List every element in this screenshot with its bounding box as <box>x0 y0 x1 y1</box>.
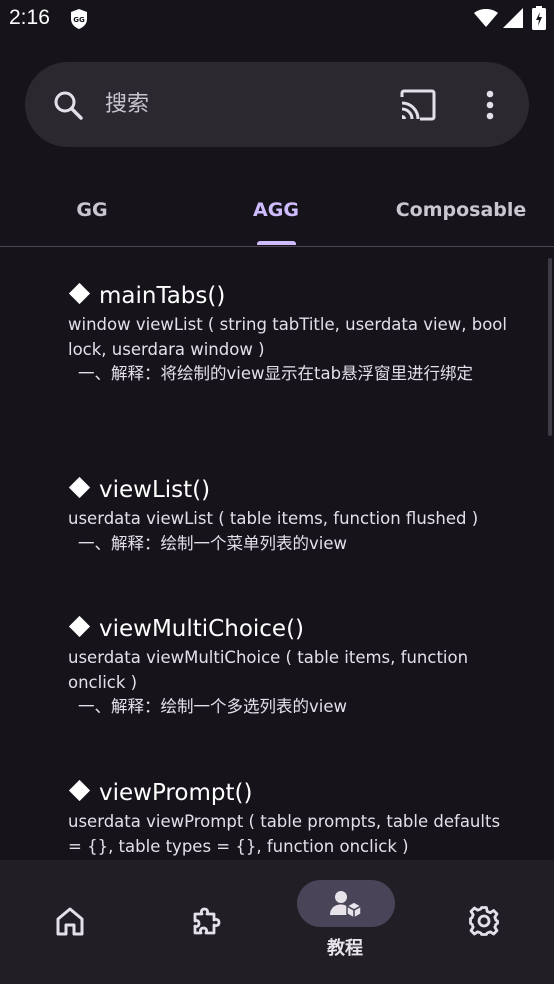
diamond-bullet-icon <box>68 476 91 499</box>
nav-item-home[interactable] <box>0 860 138 984</box>
status-time: 2:16 <box>9 6 50 29</box>
list-item: viewPrompt() userdata viewPrompt ( table… <box>68 776 513 859</box>
settings-gear-icon <box>469 906 499 936</box>
search-icon[interactable] <box>53 90 83 120</box>
gg-shield-icon: GG <box>71 9 87 29</box>
entry-signature: userdata viewPrompt ( table prompts, tab… <box>68 812 501 856</box>
wifi-icon <box>474 9 498 27</box>
puzzle-icon <box>193 907 221 935</box>
nav-item-tutorial[interactable]: 教程 <box>276 860 414 984</box>
entry-title-row: viewPrompt() <box>68 776 513 810</box>
home-icon <box>56 907 84 936</box>
signal-icon <box>503 8 523 28</box>
entry-title: viewList() <box>99 477 211 503</box>
tab-indicator <box>257 241 296 245</box>
nav-label-tutorial: 教程 <box>327 938 363 959</box>
tutorial-icon <box>330 891 362 919</box>
entry-description: 一、解释：绘制一个菜单列表的view <box>78 533 347 553</box>
app-screen: 2:16 GG 搜索 GG AGG Composable mainTabs() … <box>0 0 554 984</box>
bottom-navigation: 教程 <box>0 860 554 984</box>
nav-active-indicator <box>297 880 395 927</box>
entry-title-row: viewMultiChoice() <box>68 612 513 646</box>
search-input[interactable] <box>105 84 365 124</box>
nav-item-plugins[interactable] <box>138 860 276 984</box>
entry-signature: userdata viewList ( table items, functio… <box>68 509 479 528</box>
nav-item-settings[interactable] <box>414 860 552 984</box>
cast-icon[interactable] <box>400 89 436 121</box>
entry-title-row: viewList() <box>68 473 513 507</box>
api-doc-list[interactable]: mainTabs() window viewList ( string tabT… <box>0 247 554 860</box>
entry-description: 一、解释：将绘制的view显示在tab悬浮窗里进行绑定 <box>78 364 474 383</box>
tab-composable[interactable]: Composable <box>368 176 554 244</box>
list-item: viewMultiChoice() userdata viewMultiChoi… <box>68 612 513 720</box>
entry-title: viewPrompt() <box>99 780 253 806</box>
tab-gg[interactable]: GG <box>0 176 184 244</box>
entry-title-row: mainTabs() <box>68 279 513 313</box>
status-bar: 2:16 GG <box>0 0 554 40</box>
entry-title: viewMultiChoice() <box>99 616 305 642</box>
list-item: mainTabs() window viewList ( string tabT… <box>68 279 513 387</box>
entry-title: mainTabs() <box>99 283 226 309</box>
tab-agg[interactable]: AGG <box>184 176 368 244</box>
search-bar[interactable] <box>25 62 529 147</box>
list-item: viewList() userdata viewList ( table ite… <box>68 473 513 556</box>
more-vert-icon[interactable] <box>480 90 500 120</box>
entry-signature: userdata viewMultiChoice ( table items, … <box>68 648 469 692</box>
diamond-bullet-icon <box>68 779 91 802</box>
entry-signature: window viewList ( string tabTitle, userd… <box>68 315 507 359</box>
svg-text:GG: GG <box>73 16 85 24</box>
entry-description: 一、解释：绘制一个多选列表的view <box>78 697 347 716</box>
diamond-bullet-icon <box>68 282 91 305</box>
diamond-bullet-icon <box>68 615 91 638</box>
scrollbar-thumb[interactable] <box>548 258 552 436</box>
tab-bar: GG AGG Composable <box>0 176 554 247</box>
battery-icon <box>532 6 546 30</box>
